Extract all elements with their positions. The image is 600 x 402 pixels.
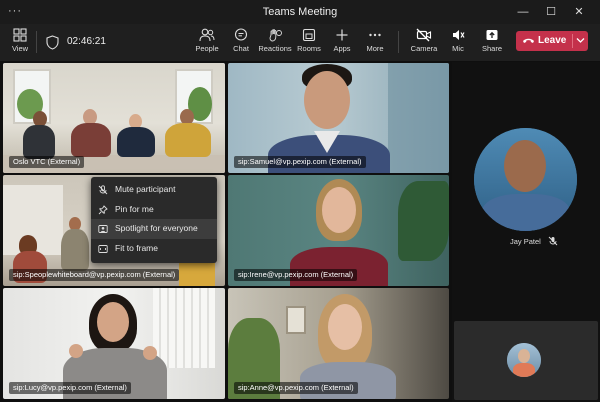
people-icon xyxy=(199,28,215,42)
participant-context-menu: Mute participant Pin for me Spotlight fo… xyxy=(91,177,217,263)
featured-participant-name: Jay Patel xyxy=(510,237,541,246)
tile-name-irene: sip:Irene@vp.pexip.com (External) xyxy=(234,269,358,281)
title-bar: ··· Teams Meeting — ☐ ✕ xyxy=(0,0,600,24)
view-button[interactable]: View xyxy=(0,28,40,60)
leave-button[interactable]: Leave xyxy=(516,31,588,51)
tile-name-anne: sip:Anne@vp.pexip.com (External) xyxy=(234,382,358,394)
grid-icon xyxy=(13,28,27,42)
tile-name-oslo: Oslo VTC (External) xyxy=(9,156,85,168)
tile-name-lucy: sip:Lucy@vp.pexip.com (External) xyxy=(9,382,131,394)
fit-frame-icon xyxy=(98,244,108,253)
menu-label-pin: Pin for me xyxy=(115,203,154,214)
video-tile-samuel[interactable]: sip:Samuel@vp.pexip.com (External) xyxy=(228,63,449,173)
meeting-timer: 02:46:21 xyxy=(67,36,106,47)
chat-icon xyxy=(234,28,248,41)
menu-item-mute-participant[interactable]: Mute participant xyxy=(91,180,217,200)
window-title: Teams Meeting xyxy=(262,6,338,18)
spotlight-icon xyxy=(98,225,108,233)
share-button[interactable]: Share xyxy=(472,28,512,60)
menu-label-mute: Mute participant xyxy=(115,184,176,194)
maximize-button[interactable]: ☐ xyxy=(540,3,562,21)
video-tile-lucy[interactable]: sip:Lucy@vp.pexip.com (External) xyxy=(3,288,225,399)
close-button[interactable]: ✕ xyxy=(568,3,590,21)
reactions-icon xyxy=(269,29,282,42)
more-button[interactable]: More xyxy=(355,28,395,60)
camera-off-icon xyxy=(416,28,432,42)
share-icon xyxy=(486,30,498,40)
shield-icon xyxy=(46,35,59,50)
mic-muted-icon xyxy=(453,30,465,40)
share-label: Share xyxy=(481,44,502,53)
menu-item-spotlight[interactable]: Spotlight for everyone xyxy=(91,219,217,239)
view-label: View xyxy=(11,44,29,53)
phone-hangup-icon xyxy=(523,38,534,43)
mic-off-icon xyxy=(98,185,108,195)
featured-participant-avatar[interactable] xyxy=(474,128,577,231)
leave-label: Leave xyxy=(538,35,567,46)
more-label: More xyxy=(366,44,384,53)
video-tile-irene[interactable]: sip:Irene@vp.pexip.com (External) xyxy=(228,175,449,286)
self-avatar xyxy=(507,343,541,377)
chevron-down-icon[interactable] xyxy=(576,37,585,44)
tile-name-whiteboard: sip:Speoplewhiteboard@vp.pexip.com (Exte… xyxy=(9,269,180,281)
mic-muted-icon xyxy=(548,236,558,246)
menu-item-pin-for-me[interactable]: Pin for me xyxy=(91,200,217,220)
menu-item-fit-to-frame[interactable]: Fit to frame xyxy=(91,239,217,259)
menu-label-fit: Fit to frame xyxy=(115,242,158,253)
minimize-button[interactable]: — xyxy=(512,3,534,21)
menu-label-spotlight: Spotlight for everyone xyxy=(115,223,198,233)
rooms-icon xyxy=(302,28,316,42)
more-icon xyxy=(369,33,381,37)
tile-name-samuel: sip:Samuel@vp.pexip.com (External) xyxy=(234,156,366,168)
pin-icon xyxy=(98,204,108,214)
plus-icon xyxy=(336,29,348,41)
video-tile-oslo[interactable]: Oslo VTC (External) xyxy=(3,63,225,173)
video-tile-anne[interactable]: sip:Anne@vp.pexip.com (External) xyxy=(228,288,449,399)
